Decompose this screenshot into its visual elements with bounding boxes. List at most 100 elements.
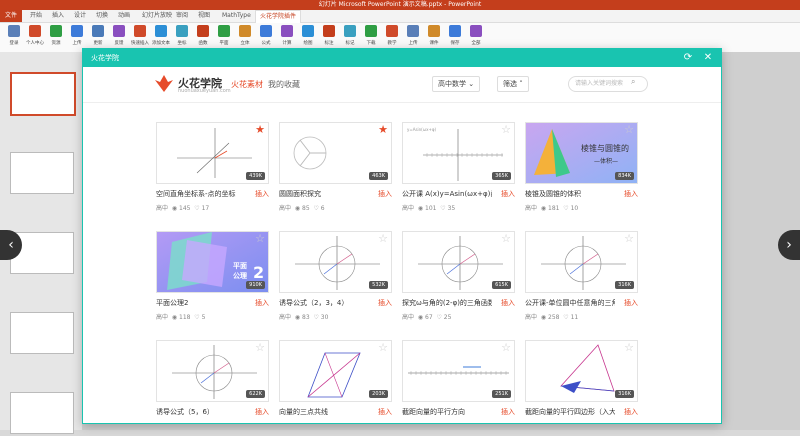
card-thumbnail[interactable]: ★ 463K — [279, 122, 392, 184]
resource-card[interactable]: ☆ 251K 截距向量的平行方向 插入 — [402, 340, 515, 436]
ribbon-button-1[interactable]: 个人中心 — [25, 25, 45, 46]
resource-card[interactable]: ☆ 622K 诱导公式（5，6） 插入 — [156, 340, 269, 436]
insert-button[interactable]: 插入 — [378, 407, 392, 417]
ribbon-button-22[interactable]: 全部 — [466, 25, 486, 46]
tab-animations[interactable]: 动画 — [118, 10, 130, 22]
resource-card[interactable]: ☆ 316K 截距向量的平行四边形（入大） 插入 — [525, 340, 638, 436]
star-icon[interactable]: ☆ — [255, 342, 265, 354]
star-icon[interactable]: ☆ — [501, 233, 511, 245]
star-icon[interactable]: ☆ — [255, 233, 265, 245]
star-icon[interactable]: ☆ — [624, 342, 634, 354]
insert-button[interactable]: 插入 — [255, 298, 269, 308]
close-icon[interactable]: ✕ — [701, 49, 715, 67]
resource-card[interactable]: 平面 公理 2 ☆ 910K 平面公理2 插入 高中 ◉ 118 ♡ 5 — [156, 231, 269, 327]
resource-card[interactable]: ☆ 203K 向量的三点共线 插入 — [279, 340, 392, 436]
insert-button[interactable]: 插入 — [624, 407, 638, 417]
card-thumbnail[interactable]: 平面 公理 2 ☆ 910K — [156, 231, 269, 293]
card-thumbnail[interactable]: ☆ 532K — [279, 231, 392, 293]
slide-thumb-4[interactable] — [10, 312, 74, 354]
card-thumbnail[interactable]: ★ 439K — [156, 122, 269, 184]
ribbon-button-9[interactable]: 函数 — [193, 25, 213, 46]
star-icon[interactable]: ★ — [378, 124, 388, 136]
resource-card[interactable]: y=Asin(ωx+φ) ☆ 365K 公开课 A(x)y=Asin(ωx+φ)… — [402, 122, 515, 218]
card-title: 截距向量的平行四边形（入大） — [525, 408, 615, 416]
insert-button[interactable]: 插入 — [378, 298, 392, 308]
tab-file[interactable]: 文件 — [0, 10, 23, 22]
card-thumbnail[interactable]: ☆ 251K — [402, 340, 515, 402]
star-icon[interactable]: ☆ — [378, 233, 388, 245]
ribbon-button-8[interactable]: 坐标 — [172, 25, 192, 46]
tab-huohua[interactable]: 火花学院插件 — [255, 10, 302, 23]
tab-mathtype[interactable]: MathType — [222, 10, 251, 22]
ribbon-button-16[interactable]: 标记 — [340, 25, 360, 46]
ribbon-button-11[interactable]: 立体 — [235, 25, 255, 46]
search-input[interactable]: 请输入关键词搜索 — [568, 76, 648, 92]
tab-design[interactable]: 设计 — [74, 10, 86, 22]
card-thumbnail[interactable]: 棱锥与圆锥的 —体积— ☆ 834K — [525, 122, 638, 184]
tab-insert[interactable]: 插入 — [52, 10, 64, 22]
ribbon-button-5[interactable]: 反馈 — [109, 25, 129, 46]
ribbon-button-10[interactable]: 平面 — [214, 25, 234, 46]
insert-button[interactable]: 插入 — [501, 407, 515, 417]
resource-card[interactable]: ★ 463K 圆圆面积探究 插入 高中 ◉ 85 ♡ 6 — [279, 122, 392, 218]
star-icon[interactable]: ★ — [255, 124, 265, 136]
ribbon-button-15[interactable]: 标注 — [319, 25, 339, 46]
resource-card[interactable]: 棱锥与圆锥的 —体积— ☆ 834K 棱锥及圆锥的体积 插入 高中 ◉ 181 ♡… — [525, 122, 638, 218]
ribbon-button-0[interactable]: 登录 — [4, 25, 24, 46]
card-thumbnail[interactable]: ☆ 316K — [525, 340, 638, 402]
insert-button[interactable]: 插入 — [624, 189, 638, 199]
star-icon[interactable]: ☆ — [501, 124, 511, 136]
card-thumbnail[interactable]: ☆ 203K — [279, 340, 392, 402]
refresh-icon[interactable]: ⟳ — [681, 49, 695, 67]
ribbon-button-17[interactable]: 下载 — [361, 25, 381, 46]
insert-button[interactable]: 插入 — [624, 298, 638, 308]
search-icon[interactable]: ⌕ — [631, 77, 635, 87]
ribbon-button-2[interactable]: 资源 — [46, 25, 66, 46]
star-icon[interactable]: ☆ — [501, 342, 511, 354]
ribbon-button-18[interactable]: 教学 — [382, 25, 402, 46]
insert-button[interactable]: 插入 — [255, 407, 269, 417]
ribbon-button-14[interactable]: 绘图 — [298, 25, 318, 46]
insert-button[interactable]: 插入 — [255, 189, 269, 199]
resource-card[interactable]: ☆ 615K 探究ω与角的(2-φ)的三角函数 插入 高中 ◉ 67 ♡ 25 — [402, 231, 515, 327]
right-arrow-icon[interactable]: › — [778, 230, 800, 260]
filter-button[interactable]: 筛选 ˄ — [497, 76, 529, 92]
card-thumbnail[interactable]: ☆ 316K — [525, 231, 638, 293]
tab-slideshow[interactable]: 幻灯片放映 — [142, 10, 172, 22]
ribbon-button-19[interactable]: 上传 — [403, 25, 423, 46]
card-thumbnail[interactable]: ☆ 615K — [402, 231, 515, 293]
ribbon-button-6[interactable]: 快速插入 — [130, 25, 150, 46]
tab-review[interactable]: 审阅 — [176, 10, 188, 22]
insert-button[interactable]: 插入 — [378, 189, 392, 199]
tab-home[interactable]: 开始 — [30, 10, 42, 22]
ribbon-icon — [92, 25, 104, 37]
tab-transitions[interactable]: 切换 — [96, 10, 108, 22]
ribbon-button-4[interactable]: 更新 — [88, 25, 108, 46]
ribbon-button-7[interactable]: 添加文本 — [151, 25, 171, 46]
insert-button[interactable]: 插入 — [501, 189, 515, 199]
thumb-up-icon: ♡ — [194, 314, 200, 321]
resource-card[interactable]: ☆ 532K 诱导公式（2，3，4） 插入 高中 ◉ 83 ♡ 30 — [279, 231, 392, 327]
ribbon-button-12[interactable]: 公式 — [256, 25, 276, 46]
ribbon-button-3[interactable]: 上传 — [67, 25, 87, 46]
resource-card[interactable]: ☆ 316K 公开课-单位圆中任意角的三角函数 插入 高中 ◉ 258 ♡ 11 — [525, 231, 638, 327]
star-icon[interactable]: ☆ — [624, 233, 634, 245]
slide-thumb-5[interactable] — [10, 392, 74, 434]
resource-card[interactable]: ★ 439K 空间直角坐标系-点的坐标 插入 高中 ◉ 145 ♡ 17 — [156, 122, 269, 218]
tab-view[interactable]: 视图 — [198, 10, 210, 22]
star-icon[interactable]: ☆ — [624, 124, 634, 136]
grade-select[interactable]: 高中数学 ⌄ — [432, 76, 481, 92]
nav-favorites[interactable]: 我的收藏 — [268, 79, 300, 90]
card-thumbnail[interactable]: ☆ 622K — [156, 340, 269, 402]
card-thumbnail[interactable]: y=Asin(ωx+φ) ☆ 365K — [402, 122, 515, 184]
insert-button[interactable]: 插入 — [501, 298, 515, 308]
ribbon-button-21[interactable]: 保存 — [445, 25, 465, 46]
card-likes: 30 — [320, 314, 329, 321]
star-icon[interactable]: ☆ — [378, 342, 388, 354]
card-size: 532K — [369, 281, 388, 289]
slide-thumb-1[interactable] — [10, 72, 76, 116]
slide-thumb-2[interactable] — [10, 152, 74, 194]
ribbon-button-20[interactable]: 课件 — [424, 25, 444, 46]
nav-resources[interactable]: 火花素材 — [231, 79, 263, 90]
ribbon-button-13[interactable]: 计算 — [277, 25, 297, 46]
